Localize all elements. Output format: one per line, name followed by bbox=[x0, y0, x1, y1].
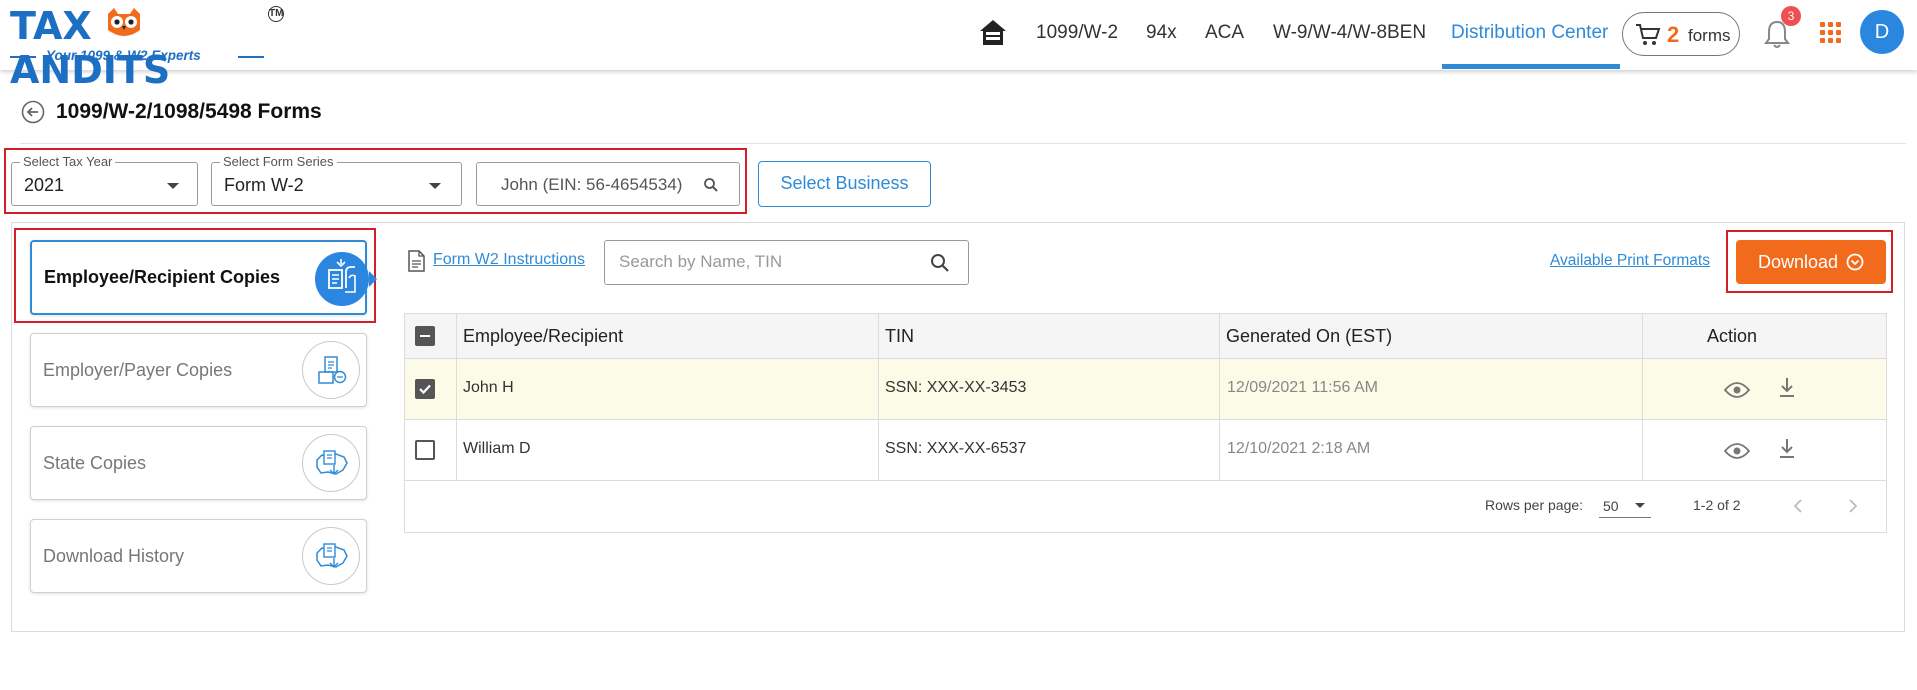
chevron-down-icon bbox=[1635, 503, 1645, 508]
form-series-select[interactable]: Select Form Series Form W-2 bbox=[211, 154, 462, 206]
tax-year-label: Select Tax Year bbox=[20, 154, 116, 169]
chevron-down-circle-icon bbox=[1846, 253, 1864, 271]
pagination-range: 1-2 of 2 bbox=[1693, 497, 1741, 513]
form-series-value: Form W-2 bbox=[224, 175, 304, 195]
app-grid-icon[interactable] bbox=[1820, 22, 1842, 44]
column-divider bbox=[1642, 314, 1643, 481]
header-divider bbox=[20, 143, 1906, 144]
cart-label: forms bbox=[1688, 26, 1731, 45]
cart-button[interactable]: 2 forms bbox=[1622, 12, 1740, 56]
tagline-rule-right bbox=[238, 56, 264, 58]
chevron-down-icon bbox=[167, 183, 179, 189]
brand-logo[interactable]: TAXANDITS TM Your 1099 & W2 Experts bbox=[10, 4, 284, 92]
generated-on: 12/10/2021 2:18 AM bbox=[1227, 440, 1371, 457]
chevron-down-icon bbox=[429, 183, 441, 189]
owl-logo-icon bbox=[108, 8, 140, 36]
search-field[interactable] bbox=[604, 240, 969, 285]
recipient-tin: SSN: XXX-XX-3453 bbox=[885, 379, 1027, 396]
chevron-right-icon[interactable] bbox=[1847, 498, 1859, 514]
top-navbar: TAXANDITS TM Your 1099 & W2 Experts 1099… bbox=[0, 0, 1917, 92]
chevron-left-icon[interactable] bbox=[1792, 498, 1804, 514]
tax-year-select[interactable]: Select Tax Year 2021 bbox=[11, 154, 198, 206]
download-button-label: Download bbox=[1758, 252, 1839, 272]
column-divider bbox=[1219, 314, 1220, 481]
nav-aca[interactable]: ACA bbox=[1205, 22, 1244, 44]
generated-on: 12/09/2021 11:56 AM bbox=[1227, 379, 1378, 396]
app-root: TAXANDITS TM Your 1099 & W2 Experts 1099… bbox=[0, 0, 1917, 690]
notification-count-badge: 3 bbox=[1781, 6, 1801, 26]
recipient-name: John H bbox=[463, 379, 514, 396]
download-icon[interactable] bbox=[1778, 377, 1796, 399]
form-w2-instructions-link[interactable]: Form W2 Instructions bbox=[433, 251, 585, 269]
state-copies-icon bbox=[302, 434, 360, 492]
sidebar-item-state-copies[interactable]: State Copies bbox=[30, 426, 367, 500]
recipient-name: William D bbox=[463, 440, 531, 457]
search-input[interactable] bbox=[606, 242, 906, 282]
select-all-checkbox[interactable] bbox=[415, 326, 435, 346]
sidebar-item-download-history[interactable]: Download History bbox=[30, 519, 367, 593]
table-header: Employee/Recipient TIN Generated On (EST… bbox=[405, 314, 1886, 359]
sidebar-item-label: Download History bbox=[43, 546, 185, 566]
rows-per-page-value: 50 bbox=[1603, 498, 1619, 514]
user-avatar[interactable]: D bbox=[1860, 10, 1904, 54]
nav-distribution-center[interactable]: Distribution Center bbox=[1451, 22, 1608, 44]
employee-copies-icon bbox=[315, 252, 377, 306]
check-icon bbox=[419, 384, 431, 395]
trademark-badge: TM bbox=[268, 6, 284, 22]
available-print-formats-link[interactable]: Available Print Formats bbox=[1550, 252, 1710, 270]
search-icon bbox=[704, 178, 718, 192]
column-header-action: Action bbox=[1707, 326, 1758, 346]
recipients-table: Employee/Recipient TIN Generated On (EST… bbox=[404, 313, 1887, 533]
active-tab-indicator bbox=[1442, 64, 1620, 69]
column-header-recipient: Employee/Recipient bbox=[463, 326, 624, 346]
tax-year-value: 2021 bbox=[24, 175, 65, 195]
minus-icon bbox=[420, 335, 430, 337]
column-header-tin: TIN bbox=[885, 326, 914, 346]
brand-tagline: Your 1099 & W2 Experts bbox=[46, 48, 201, 63]
nav-1099-w2[interactable]: 1099/W-2 bbox=[1036, 22, 1118, 44]
home-icon[interactable] bbox=[978, 18, 1008, 48]
form-series-label: Select Form Series bbox=[220, 154, 337, 169]
select-business-button[interactable]: Select Business bbox=[758, 161, 931, 207]
table-row[interactable]: John H SSN: XXX-XX-3453 12/09/2021 11:56… bbox=[405, 359, 1886, 420]
tagline-rule-left bbox=[10, 56, 36, 58]
column-divider bbox=[456, 314, 457, 481]
rows-per-page-label: Rows per page: bbox=[1485, 497, 1584, 513]
page-title: 1099/W-2/1098/5498 Forms bbox=[56, 100, 322, 123]
rows-per-page-select[interactable]: 50 bbox=[1599, 494, 1651, 518]
download-button[interactable]: Download bbox=[1736, 240, 1886, 284]
cart-icon bbox=[1636, 24, 1661, 45]
sidebar-item-label: Employee/Recipient Copies bbox=[44, 267, 281, 287]
view-eye-icon[interactable] bbox=[1724, 381, 1750, 399]
table-row[interactable]: William D SSN: XXX-XX-6537 12/10/2021 2:… bbox=[405, 420, 1886, 481]
nav-94x[interactable]: 94x bbox=[1146, 22, 1177, 44]
document-icon bbox=[408, 250, 425, 272]
download-history-icon bbox=[302, 527, 360, 585]
column-header-generated: Generated On (EST) bbox=[1226, 326, 1393, 346]
download-icon[interactable] bbox=[1778, 438, 1796, 460]
cart-count: 2 bbox=[1667, 22, 1680, 47]
row-checkbox[interactable] bbox=[415, 379, 435, 399]
column-divider bbox=[878, 314, 879, 481]
sidebar-item-employee-copies[interactable]: Employee/Recipient Copies bbox=[30, 240, 377, 315]
sidebar-item-label: Employer/Payer Copies bbox=[43, 360, 233, 380]
view-eye-icon[interactable] bbox=[1724, 442, 1750, 460]
business-field[interactable]: John (EIN: 56-4654534) bbox=[476, 162, 740, 206]
sidebar-item-label: State Copies bbox=[43, 453, 147, 473]
search-icon[interactable] bbox=[930, 253, 950, 273]
nav-w9-w4-w8ben[interactable]: W-9/W-4/W-8BEN bbox=[1273, 22, 1426, 44]
row-checkbox[interactable] bbox=[415, 440, 435, 460]
business-value: John (EIN: 56-4654534) bbox=[501, 175, 683, 194]
back-arrow-icon[interactable] bbox=[21, 100, 45, 124]
sidebar-item-employer-copies[interactable]: Employer/Payer Copies bbox=[30, 333, 367, 407]
employer-copies-icon bbox=[302, 341, 360, 399]
recipient-tin: SSN: XXX-XX-6537 bbox=[885, 440, 1027, 457]
